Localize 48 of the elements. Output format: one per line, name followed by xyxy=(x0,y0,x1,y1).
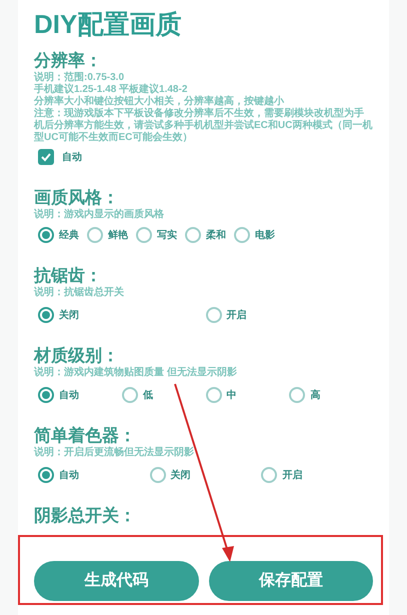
checkmark-icon xyxy=(40,151,52,163)
action-button[interactable]: 保存配置 xyxy=(208,561,373,601)
section-heading: 材质级别： xyxy=(34,345,120,366)
description-text: 说明：开启后更流畅但无法显示阴影 xyxy=(34,447,195,459)
radio-button[interactable] xyxy=(289,387,306,403)
radio-button[interactable] xyxy=(206,387,222,403)
description-text: 说明：游戏内显示的画质风格 xyxy=(34,209,165,221)
option-label: 柔和 xyxy=(206,228,226,242)
checkbox-label: 自动 xyxy=(62,150,82,164)
description-text: 说明：范围:0.75-3.0 xyxy=(34,72,126,84)
option-label: 开启 xyxy=(282,468,302,482)
section-heading: 阴影总开关： xyxy=(34,505,137,527)
page-title: DIY配置画质 xyxy=(34,8,182,40)
radio-button[interactable] xyxy=(38,467,54,483)
description-text: 说明：游戏内建筑物贴图质量 但无法显示阴影 xyxy=(34,367,238,379)
option-label: 中 xyxy=(226,388,236,402)
option-label: 自动 xyxy=(59,388,79,402)
section-heading: 简单着色器： xyxy=(34,425,137,446)
description-text: 手机建议1.25-1.48 平板建议1.48-2 xyxy=(34,84,188,95)
radio-button[interactable] xyxy=(136,227,152,243)
radio-button[interactable] xyxy=(38,307,54,323)
description-text: 说明：抗锯齿总开关 xyxy=(34,287,125,299)
radio-button[interactable] xyxy=(38,387,54,403)
action-button[interactable]: 生成代码 xyxy=(34,561,198,601)
radio-button[interactable] xyxy=(122,387,138,403)
option-label: 自动 xyxy=(59,468,79,482)
radio-button[interactable] xyxy=(206,307,222,323)
section-heading: 抗锯齿： xyxy=(34,265,103,286)
option-label: 高 xyxy=(310,388,320,402)
option-label: 鲜艳 xyxy=(108,228,128,242)
description-text: 分辨率大小和键位按钮大小相关，分辨率越高，按键越小 xyxy=(34,96,285,107)
radio-button[interactable] xyxy=(87,227,103,243)
option-label: 写实 xyxy=(157,228,177,242)
radio-button[interactable] xyxy=(150,467,166,483)
option-label: 关闭 xyxy=(170,468,191,482)
option-label: 低 xyxy=(142,388,153,402)
section-heading: 分辨率： xyxy=(34,50,103,72)
radio-button[interactable] xyxy=(38,227,54,243)
option-label: 电影 xyxy=(255,228,275,242)
radio-button[interactable] xyxy=(185,227,201,243)
option-label: 经典 xyxy=(59,228,79,242)
radio-button[interactable] xyxy=(234,227,250,243)
checkbox[interactable] xyxy=(38,149,54,165)
option-label: 开启 xyxy=(226,308,246,322)
option-label: 关闭 xyxy=(59,308,79,322)
section-heading: 画质风格： xyxy=(34,187,120,208)
radio-button[interactable] xyxy=(261,467,278,483)
description-text: 注意：现游戏版本下平板设备修改分辨率后不生效，需要刷模块改机型为手机后分辨率方能生效，请尝试多种手机机型并尝试EC和UC两种模式（同一机型UC可能不生效而EC可能会生效） xyxy=(34,108,373,144)
